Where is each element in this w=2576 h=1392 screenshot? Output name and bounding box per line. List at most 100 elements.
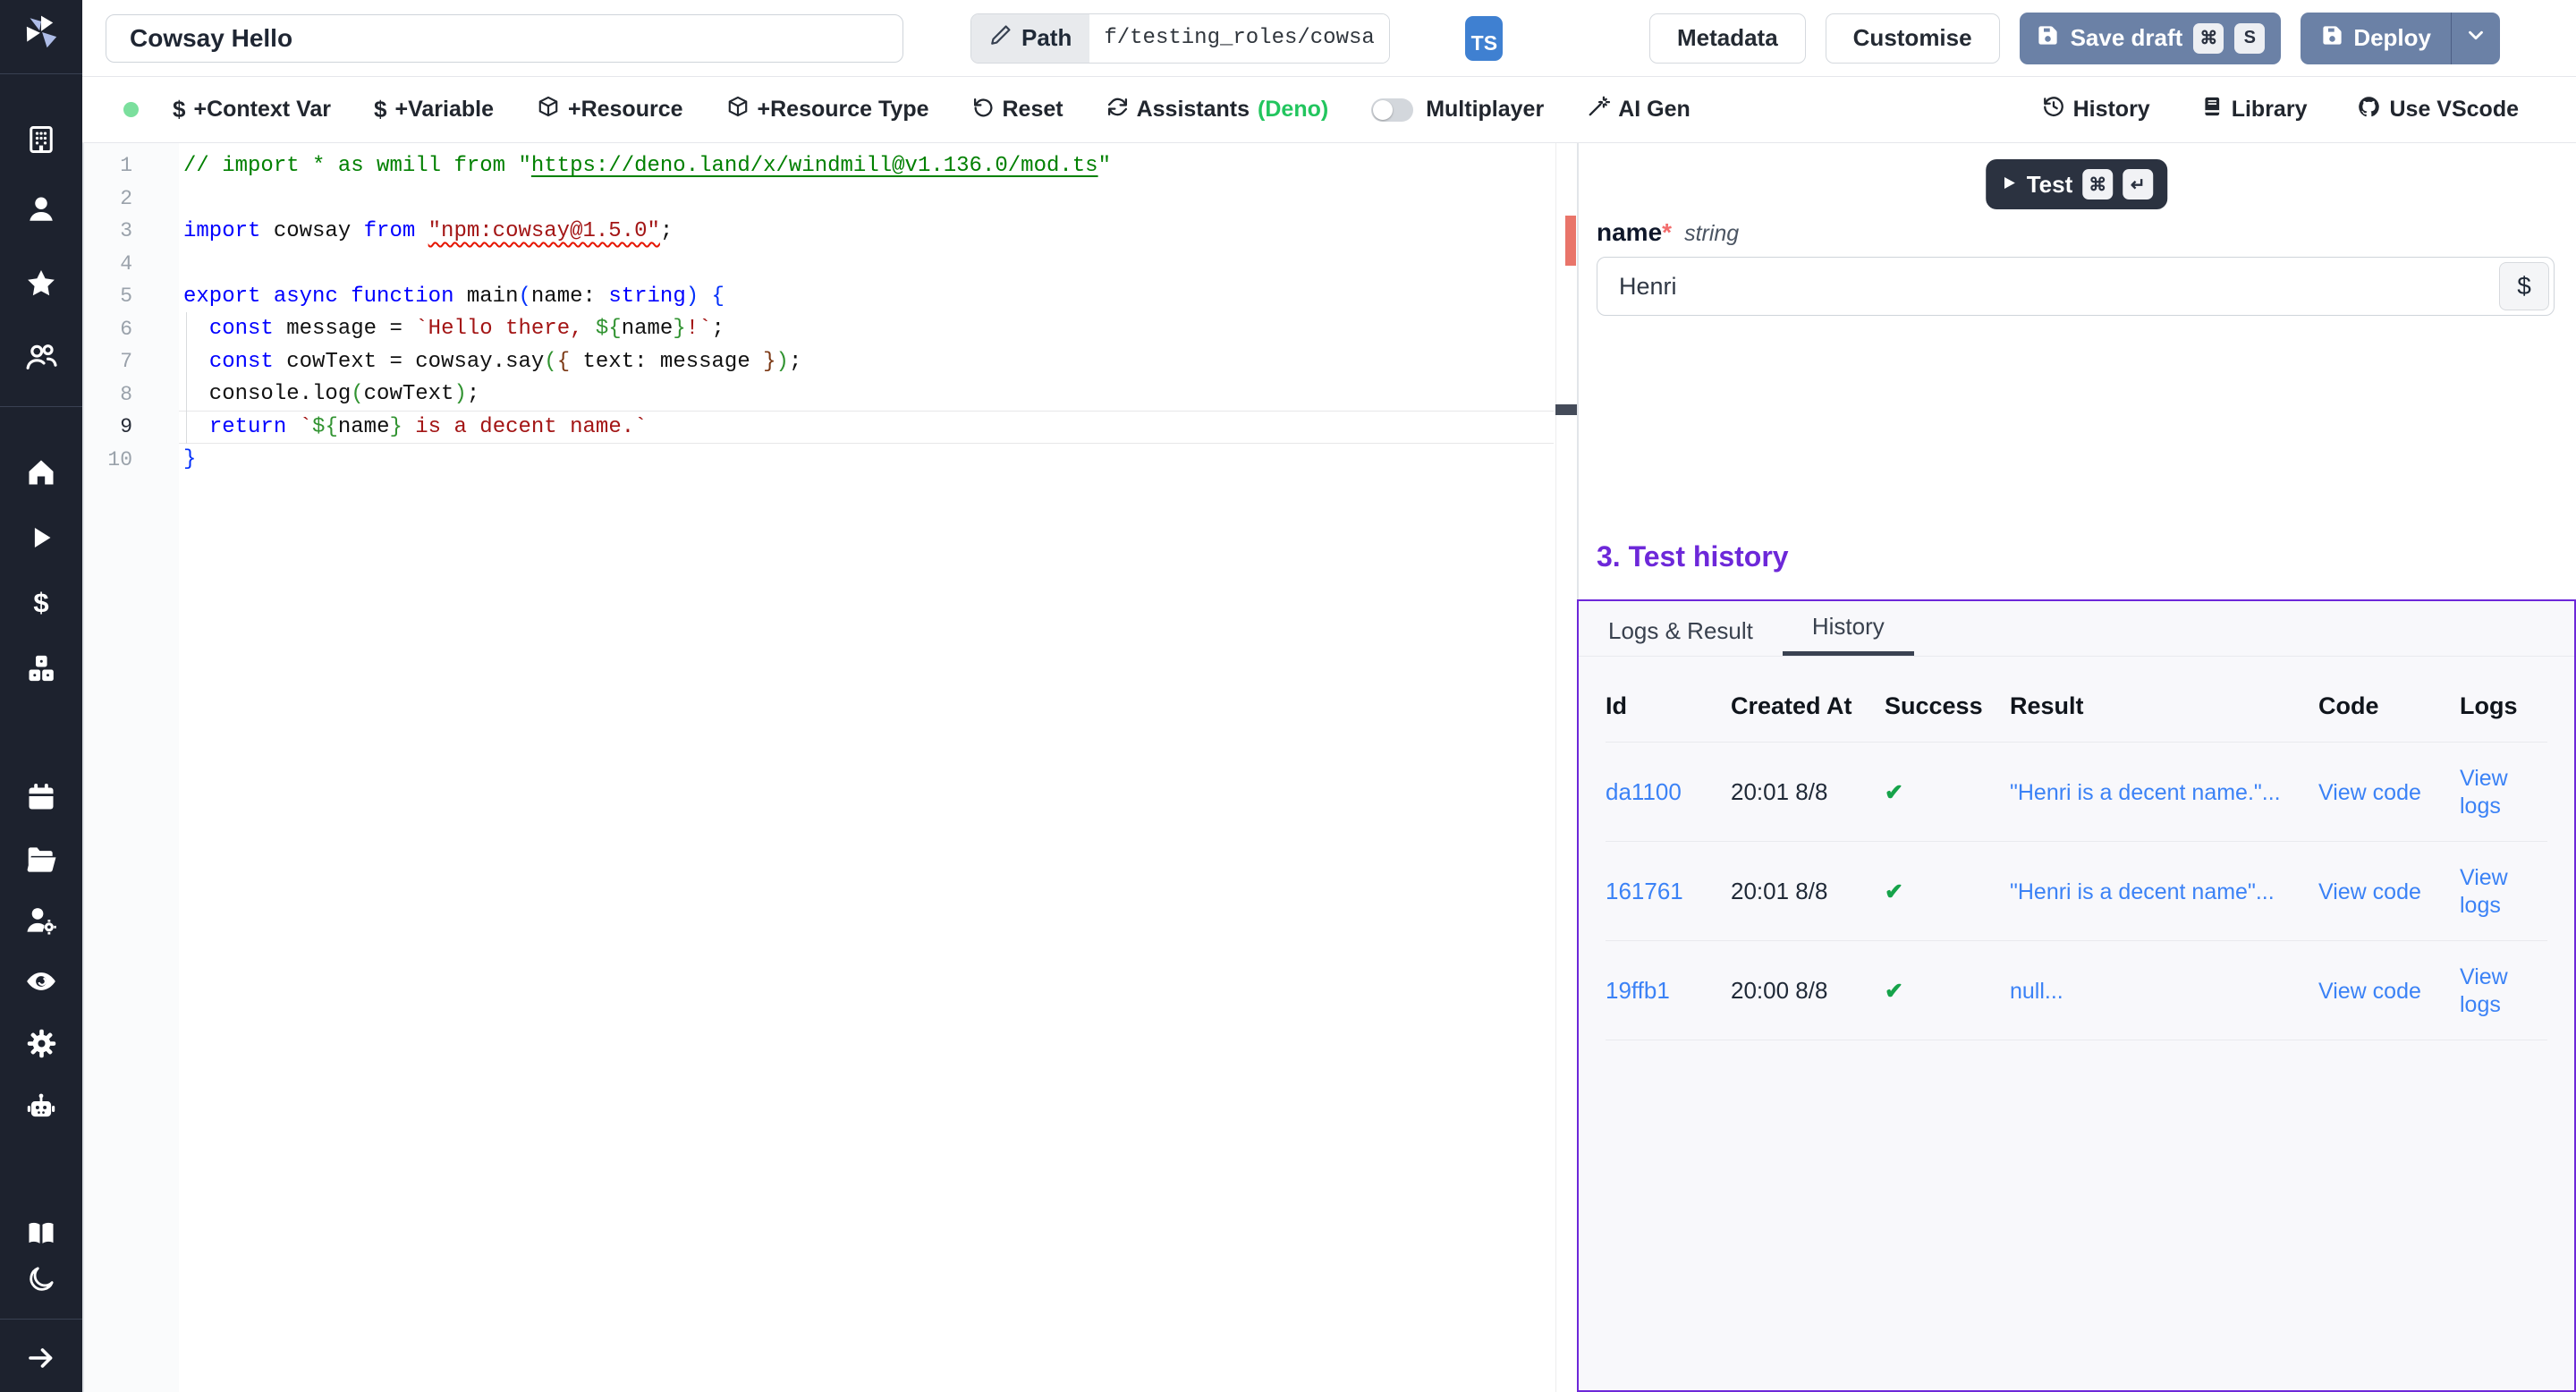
- metadata-button[interactable]: Metadata: [1649, 13, 1806, 64]
- history-tabbar: Logs & Result History: [1579, 601, 2574, 657]
- created-at-cell: 20:00 8/8: [1731, 941, 1885, 1040]
- run-id-link[interactable]: 161761: [1606, 842, 1731, 941]
- line-number: 6: [84, 318, 132, 341]
- ai-gen-button[interactable]: AI Gen: [1587, 95, 1690, 124]
- sidebar-item-schedules[interactable]: [21, 779, 61, 815]
- argument-type: string: [1684, 221, 1739, 247]
- view-code-link[interactable]: View code: [2318, 743, 2460, 842]
- col-logs: Logs: [2460, 680, 2547, 743]
- multiplayer-toggle[interactable]: [1371, 98, 1413, 122]
- kbd-enter: ↵: [2123, 169, 2153, 199]
- sidebar-item-docs-book[interactable]: [21, 1215, 61, 1251]
- tab-history[interactable]: History: [1783, 601, 1914, 656]
- created-at-cell: 20:01 8/8: [1731, 842, 1885, 941]
- customise-button[interactable]: Customise: [1826, 13, 2000, 64]
- code-line: 2: [84, 182, 1577, 216]
- path-button[interactable]: Path f/testing_roles/cowsa: [970, 13, 1390, 64]
- tab-logs-result[interactable]: Logs & Result: [1579, 601, 1783, 656]
- sidebar-item-user[interactable]: [21, 191, 61, 227]
- deploy-dropdown-button[interactable]: [2452, 13, 2500, 64]
- test-button[interactable]: Test ⌘ ↵: [1986, 159, 2168, 209]
- result-link[interactable]: null...: [2010, 941, 2318, 1040]
- use-vscode-button[interactable]: Use VScode: [2357, 95, 2519, 125]
- add-context-var-button[interactable]: $ +Context Var: [173, 96, 331, 123]
- argument-label-row: name * string: [1597, 218, 1739, 247]
- chevron-down-icon: [2464, 23, 2487, 53]
- view-logs-link[interactable]: View logs: [2460, 743, 2547, 842]
- argument-name-input[interactable]: [1597, 257, 2555, 316]
- sidebar-item-workers-robot[interactable]: [21, 1089, 61, 1125]
- windmill-logo-icon[interactable]: [21, 14, 61, 50]
- kbd-s: S: [2234, 23, 2265, 54]
- view-logs-link[interactable]: View logs: [2460, 941, 2547, 1040]
- deploy-button-group: Deploy: [2301, 13, 2500, 64]
- run-id-link[interactable]: da1100: [1606, 743, 1731, 842]
- sidebar-item-darkmode-moon[interactable]: [21, 1261, 61, 1297]
- pane-splitter[interactable]: [1577, 143, 1579, 601]
- deploy-label: Deploy: [2353, 24, 2431, 52]
- sidebar-item-favorites[interactable]: [21, 266, 61, 301]
- result-link[interactable]: "Henri is a decent name."...: [2010, 743, 2318, 842]
- col-success: Success: [1885, 680, 2010, 743]
- sidebar-item-audit-eye[interactable]: [21, 963, 61, 999]
- github-icon: [2357, 95, 2381, 125]
- kbd-cmd: ⌘: [2193, 23, 2224, 54]
- code-line: 7 const cowText = cowsay.say({ text: mes…: [84, 345, 1577, 378]
- code-line: 9 return `${name} is a decent name.`: [84, 411, 1577, 444]
- col-result: Result: [2010, 680, 2318, 743]
- line-number: 7: [84, 350, 132, 373]
- sidebar-divider: [0, 406, 82, 407]
- dollar-icon: $: [374, 96, 386, 123]
- line-number: 2: [84, 187, 132, 210]
- result-link[interactable]: "Henri is a decent name"...: [2010, 842, 2318, 941]
- col-created-at: Created At: [1731, 680, 1885, 743]
- sidebar: $: [0, 0, 82, 1392]
- line-number: 10: [84, 448, 132, 471]
- history-button[interactable]: History: [2042, 95, 2150, 124]
- sidebar-item-home[interactable]: [21, 454, 61, 490]
- sidebar-item-settings-gear[interactable]: [21, 1025, 61, 1061]
- sidebar-item-folders[interactable]: [21, 841, 61, 877]
- error-marker: [1565, 216, 1576, 266]
- argument-name: name: [1597, 218, 1662, 247]
- history-table: Id Created At Success Result Code Logs d…: [1606, 680, 2547, 1040]
- add-resource-type-button[interactable]: +Resource Type: [726, 95, 929, 124]
- add-resource-button[interactable]: +Resource: [537, 95, 683, 124]
- sidebar-item-users-group[interactable]: [21, 339, 61, 375]
- sidebar-item-variables[interactable]: $: [21, 585, 61, 621]
- view-logs-link[interactable]: View logs: [2460, 842, 2547, 941]
- success-check-icon: ✔: [1885, 941, 2010, 1040]
- code-line: 1// import * as wmill from "https://deno…: [84, 149, 1577, 182]
- script-title-input[interactable]: [106, 14, 903, 63]
- reset-button[interactable]: Reset: [972, 96, 1063, 124]
- connection-status-dot: [123, 102, 139, 117]
- deploy-button[interactable]: Deploy: [2301, 13, 2451, 64]
- add-variable-button[interactable]: $ +Variable: [374, 96, 494, 123]
- path-value[interactable]: f/testing_roles/cowsa: [1089, 14, 1389, 63]
- save-draft-button[interactable]: Save draft ⌘ S: [2020, 13, 2282, 64]
- library-book-icon-button[interactable]: Library: [2200, 95, 2308, 124]
- run-id-link[interactable]: 19ffb1: [1606, 941, 1731, 1040]
- path-label: Path: [1021, 24, 1072, 52]
- sidebar-item-groups-settings[interactable]: [21, 903, 61, 938]
- col-id: Id: [1606, 680, 1731, 743]
- package-icon: [726, 95, 750, 124]
- history-clock-icon: [2042, 95, 2065, 124]
- wand-icon: [1587, 95, 1610, 124]
- sidebar-item-resources[interactable]: [21, 650, 61, 686]
- assistants-button[interactable]: Assistants (Deno): [1106, 96, 1329, 124]
- variable-picker-button[interactable]: $: [2499, 262, 2549, 310]
- assistants-language: (Deno): [1258, 97, 1328, 123]
- sidebar-collapse-arrow-icon[interactable]: [21, 1340, 61, 1376]
- book-icon: [2200, 95, 2224, 124]
- view-code-link[interactable]: View code: [2318, 842, 2460, 941]
- sidebar-item-runs[interactable]: [21, 520, 61, 556]
- save-icon: [2036, 23, 2060, 54]
- code-line: 10}: [84, 444, 1577, 477]
- history-row: 19ffb120:00 8/8✔null...View codeView log…: [1606, 941, 2547, 1040]
- code-editor[interactable]: 1// import * as wmill from "https://deno…: [84, 143, 1577, 1392]
- sidebar-item-workspace[interactable]: [21, 122, 61, 157]
- view-code-link[interactable]: View code: [2318, 941, 2460, 1040]
- code-line: 6 const message = `Hello there, ${name}!…: [84, 313, 1577, 346]
- save-icon: [2320, 23, 2344, 54]
